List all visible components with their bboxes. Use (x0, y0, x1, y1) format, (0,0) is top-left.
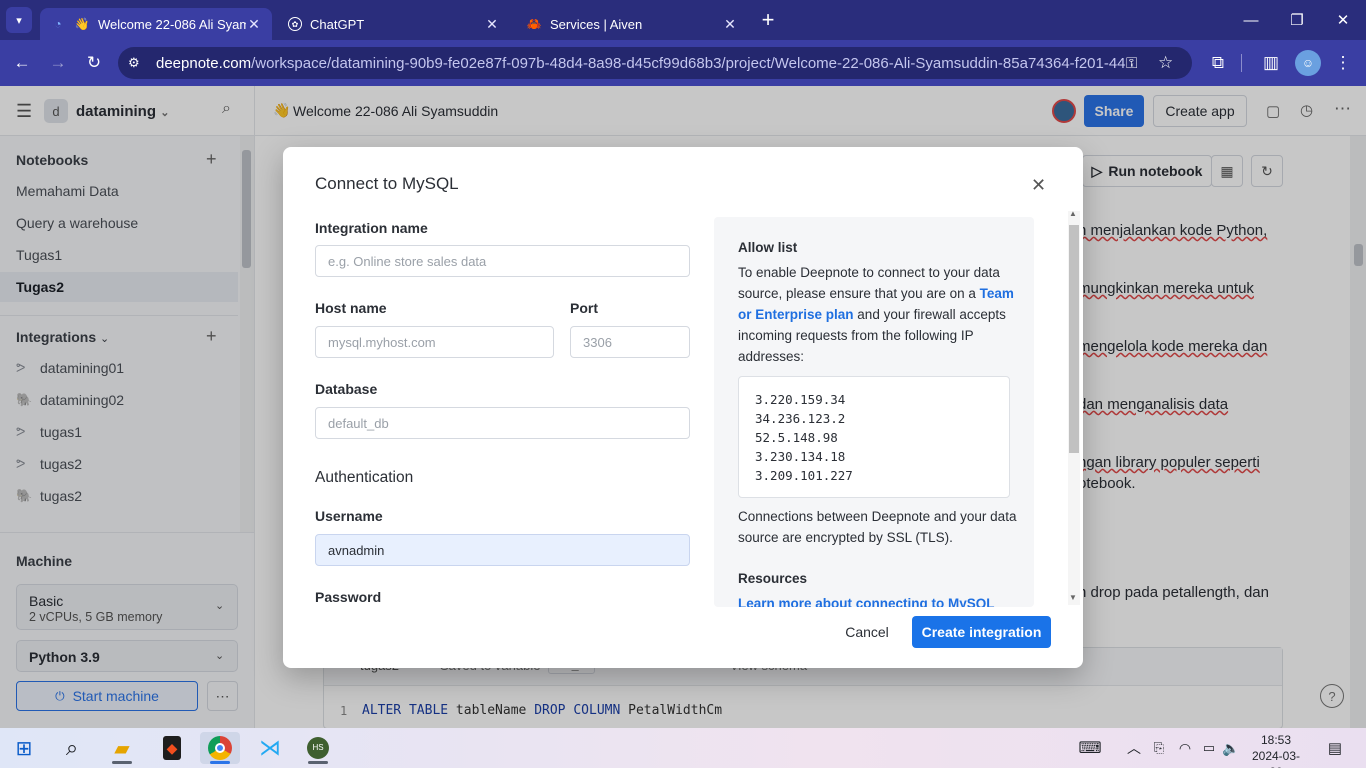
back-arrow-icon[interactable]: ← (9, 50, 35, 76)
scroll-up-icon[interactable]: ▲ (1069, 209, 1077, 218)
bookmark-star-icon[interactable]: ☆ (1158, 53, 1173, 73)
browser-menu-icon[interactable]: ⋮ (1330, 50, 1356, 76)
ip-address: 3.220.159.34 (755, 392, 846, 407)
close-icon[interactable]: ✕ (1031, 175, 1046, 196)
side-panel-icon[interactable]: ▥ (1258, 50, 1284, 76)
username-label: Username (315, 508, 383, 524)
chatgpt-favicon: ✿ (288, 17, 302, 31)
tab-title: ChatGPT (310, 16, 365, 32)
waving-hand-icon: 👋 (74, 17, 90, 31)
ip-address: 34.236.123.2 (755, 411, 846, 426)
new-tab-button[interactable]: + (755, 7, 781, 33)
figma-icon[interactable]: ◆ (152, 732, 192, 764)
running-indicator (210, 761, 230, 764)
port-input[interactable]: 3306 (570, 326, 690, 358)
port-label: Port (570, 300, 598, 316)
vscode-icon[interactable]: ⋊ (250, 732, 290, 764)
scroll-down-icon[interactable]: ▼ (1069, 593, 1077, 602)
aiven-favicon: 🦀 (526, 17, 542, 31)
tab-aiven[interactable]: 🦀 Services | Aiven ✕ (516, 8, 748, 40)
minimize-button[interactable]: — (1228, 0, 1274, 40)
heidisql-icon[interactable]: HS (298, 732, 338, 764)
tab-deepnote[interactable]: ◔ 👋 Welcome 22-086 Ali Syamsu ✕ (40, 8, 272, 40)
deepnote-favicon: ◔ (54, 17, 62, 31)
close-window-button[interactable]: ✕ (1320, 0, 1366, 40)
close-tab-icon[interactable]: ✕ (484, 16, 500, 33)
browser-tab-bar: ▾ ◔ 👋 Welcome 22-086 Ali Syamsu ✕ ✿ Chat… (0, 0, 1366, 40)
ip-address-list: 3.220.159.34 34.236.123.2 52.5.148.98 3.… (738, 376, 1010, 498)
clock[interactable]: 18:53 2024-03-20 (1246, 732, 1306, 768)
ip-address: 3.209.101.227 (755, 468, 853, 483)
extensions-icon[interactable]: ⧉ (1205, 50, 1231, 76)
url-host: deepnote.com (156, 54, 252, 72)
forward-arrow-icon[interactable]: → (45, 50, 71, 76)
keyboard-layout-icon[interactable]: ⌨ (1070, 732, 1110, 764)
integration-name-label: Integration name (315, 220, 428, 236)
dialog-title: Connect to MySQL (315, 174, 459, 193)
windows-taskbar: ⊞ ⌕ ▰ ◆ ⋊ HS ⌨ ︿ ⎘ ◠ ▭ 🔈 18:53 2024-03-2… (0, 728, 1366, 768)
tab-title: Services | Aiven (550, 16, 643, 32)
reload-icon[interactable]: ↻ (81, 50, 107, 76)
password-label: Password (315, 589, 382, 605)
database-input[interactable]: default_db (315, 407, 690, 439)
chrome-icon[interactable] (200, 732, 240, 764)
resources-link-clip: Learn more about connecting to MySQL (738, 595, 1018, 607)
close-tab-icon[interactable]: ✕ (722, 16, 738, 33)
url-bar[interactable]: ⚙ deepnote.com/workspace/datamining-90b9… (118, 47, 1192, 79)
allow-text: To enable Deepnote to connect to your da… (738, 265, 1000, 301)
cancel-button[interactable]: Cancel (835, 616, 899, 648)
ip-address: 52.5.148.98 (755, 430, 838, 445)
profile-avatar[interactable]: ☺ (1295, 50, 1321, 76)
notifications-icon[interactable]: ▤ (1318, 732, 1352, 764)
close-tab-icon[interactable]: ✕ (246, 16, 262, 33)
connect-mysql-dialog: Connect to MySQL ✕ Integration name e.g.… (283, 147, 1083, 668)
windows-start-icon[interactable]: ⊞ (4, 732, 44, 764)
authentication-header: Authentication (315, 469, 414, 486)
password-key-icon[interactable]: ⚿ (1126, 55, 1137, 72)
scrollbar-thumb[interactable] (1069, 225, 1079, 453)
ssl-text: Connections between Deepnote and your da… (738, 509, 1017, 545)
file-explorer-icon[interactable]: ▰ (102, 732, 142, 764)
integration-name-input[interactable]: e.g. Online store sales data (315, 245, 690, 277)
address-toolbar: ← → ↻ ⚙ deepnote.com/workspace/dataminin… (0, 40, 1366, 86)
dialog-scrollbar[interactable]: ▲ ▼ (1068, 209, 1080, 605)
running-indicator (308, 761, 328, 764)
clock-time: 18:53 (1260, 733, 1292, 747)
site-info-icon[interactable]: ⚙ (128, 55, 140, 71)
database-label: Database (315, 381, 378, 397)
username-input[interactable]: avnadmin (315, 534, 690, 566)
host-name-label: Host name (315, 300, 387, 316)
restore-button[interactable]: ❐ (1274, 0, 1320, 40)
search-icon[interactable]: ⌕ (52, 732, 92, 764)
resources-title: Resources (738, 571, 808, 586)
tab-title: Welcome 22-086 Ali Syamsu (98, 16, 246, 32)
tab-chatgpt[interactable]: ✿ ChatGPT ✕ (278, 8, 510, 40)
volume-icon[interactable]: 🔈 (1214, 732, 1248, 764)
tab-search-button[interactable]: ▾ (6, 7, 32, 33)
allow-list-title: Allow list (738, 240, 798, 255)
create-integration-button[interactable]: Create integration (912, 616, 1051, 648)
clock-date: 2024-03-20 (1251, 749, 1301, 768)
running-indicator (112, 761, 132, 764)
allow-list-panel: Allow list To enable Deepnote to connect… (714, 217, 1034, 607)
host-name-input[interactable]: mysql.myhost.com (315, 326, 554, 358)
allow-list-description: To enable Deepnote to connect to your da… (738, 262, 1018, 367)
toolbar-divider (1241, 54, 1242, 72)
url-path: /workspace/datamining-90b9-fe02e87f-097b… (251, 54, 1126, 72)
ip-address: 3.230.134.18 (755, 449, 846, 464)
learn-more-mysql-link[interactable]: Learn more about connecting to MySQL (738, 596, 995, 607)
